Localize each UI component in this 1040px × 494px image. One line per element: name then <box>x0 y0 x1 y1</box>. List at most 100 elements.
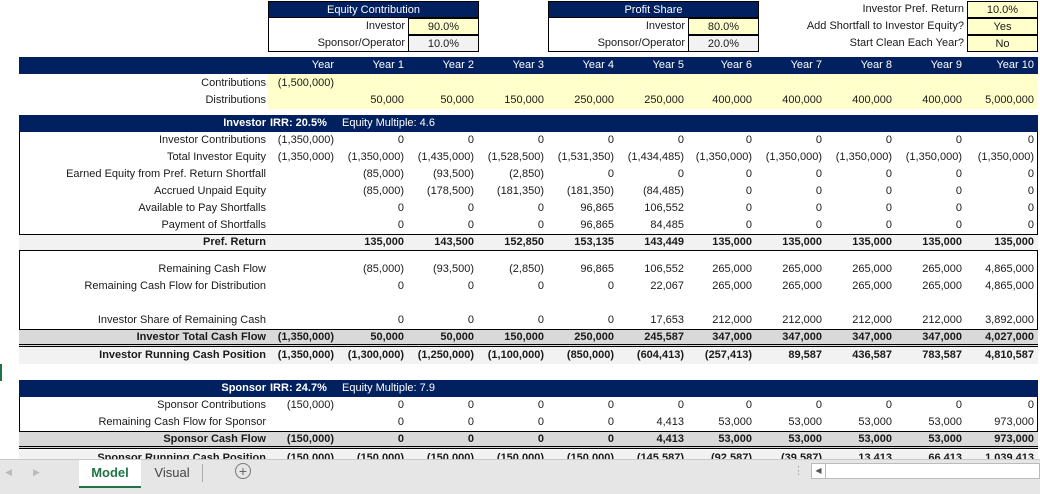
sponsor-row-2-year-2[interactable]: 0 <box>408 431 478 448</box>
sponsor-row-0-year-9[interactable]: 0 <box>896 397 966 414</box>
investor-row-0-year-9[interactable]: 0 <box>896 132 966 149</box>
investor-row-3-year-10[interactable]: 0 <box>966 183 1038 200</box>
option-value[interactable]: 10.0% <box>967 1 1038 18</box>
investor-row-9-year-9[interactable]: 212,000 <box>896 312 966 329</box>
investor-row-11-year-10[interactable]: 4,810,587 <box>966 347 1038 364</box>
investor-row-7-year-2[interactable]: (93,500) <box>408 261 478 278</box>
investor-row-5-year-7[interactable]: 0 <box>756 217 826 234</box>
investor-row-5-year-0[interactable] <box>268 217 338 234</box>
investor-row-11-year-5[interactable]: (604,413) <box>618 347 688 364</box>
investor-row-8-year-1[interactable]: 0 <box>338 278 408 295</box>
horizontal-scrollbar[interactable]: ◀ <box>811 463 1040 479</box>
investor-row-7-year-8[interactable]: 265,000 <box>826 261 896 278</box>
investor-row-6-year-1[interactable]: 135,000 <box>338 234 408 251</box>
investor-row-10-year-9[interactable]: 347,000 <box>896 329 966 346</box>
sponsor-row-2-year-1[interactable]: 0 <box>338 431 408 448</box>
investor-row-7-year-10[interactable]: 4,865,000 <box>966 261 1038 278</box>
investor-row-10-year-3[interactable]: 150,000 <box>478 329 548 346</box>
sponsor-row-0-year-5[interactable]: 0 <box>618 397 688 414</box>
investor-row-6-year-8[interactable]: 135,000 <box>826 234 896 251</box>
investor-row-0-year-4[interactable]: 0 <box>548 132 618 149</box>
triangle-right-icon[interactable]: ▶ <box>33 467 40 478</box>
investor-row-0-year-7[interactable]: 0 <box>756 132 826 149</box>
investor-row-9-year-5[interactable]: 17,653 <box>618 312 688 329</box>
investor-row-4-year-4[interactable]: 96,865 <box>548 200 618 217</box>
investor-row-1-year-9[interactable]: (1,350,000) <box>896 149 966 166</box>
investor-row-10-year-7[interactable]: 347,000 <box>756 329 826 346</box>
investor-row-11-year-9[interactable]: 783,587 <box>896 347 966 364</box>
investor-row-9-year-1[interactable]: 0 <box>338 312 408 329</box>
cashflow-0-year-9[interactable] <box>896 75 966 92</box>
sponsor-row-1-year-2[interactable]: 0 <box>408 414 478 431</box>
sponsor-row-1-year-7[interactable]: 53,000 <box>756 414 826 431</box>
investor-row-2-year-8[interactable]: 0 <box>826 166 896 183</box>
investor-row-1-year-4[interactable]: (1,531,350) <box>548 149 618 166</box>
investor-row-8-year-9[interactable]: 265,000 <box>896 278 966 295</box>
investor-row-5-year-6[interactable]: 0 <box>688 217 756 234</box>
investor-row-4-year-10[interactable]: 0 <box>966 200 1038 217</box>
sponsor-row-0-year-7[interactable]: 0 <box>756 397 826 414</box>
investor-row-4-year-3[interactable]: 0 <box>478 200 548 217</box>
investor-row-9-year-3[interactable]: 0 <box>478 312 548 329</box>
sponsor-row-2-year-4[interactable]: 0 <box>548 431 618 448</box>
investor-row-1-year-1[interactable]: (1,350,000) <box>338 149 408 166</box>
investor-row-4-year-8[interactable]: 0 <box>826 200 896 217</box>
cashflow-1-year-10[interactable]: 5,000,000 <box>966 92 1038 109</box>
investor-row-11-year-2[interactable]: (1,250,000) <box>408 347 478 364</box>
cashflow-1-year-2[interactable]: 50,000 <box>408 92 478 109</box>
investor-row-9-year-6[interactable]: 212,000 <box>688 312 756 329</box>
sponsor-row-1-year-8[interactable]: 53,000 <box>826 414 896 431</box>
investor-row-7-year-6[interactable]: 265,000 <box>688 261 756 278</box>
investor-row-6-year-9[interactable]: 135,000 <box>896 234 966 251</box>
cashflow-0-year-0[interactable]: (1,500,000) <box>268 75 338 92</box>
investor-row-3-year-0[interactable] <box>268 183 338 200</box>
sponsor-row-2-year-8[interactable]: 53,000 <box>826 431 896 448</box>
investor-row-4-year-0[interactable] <box>268 200 338 217</box>
investor-row-6-year-0[interactable] <box>268 234 338 251</box>
investor-row-0-year-0[interactable]: (1,350,000) <box>268 132 338 149</box>
cashflow-1-year-7[interactable]: 400,000 <box>756 92 826 109</box>
investor-row-8-year-6[interactable]: 265,000 <box>688 278 756 295</box>
investor-row-9-year-7[interactable]: 212,000 <box>756 312 826 329</box>
investor-row-2-year-10[interactable]: 0 <box>966 166 1038 183</box>
investor-row-2-year-2[interactable]: (93,500) <box>408 166 478 183</box>
equity-contribution-value[interactable]: 90.0% <box>408 18 479 35</box>
sponsor-row-0-year-0[interactable]: (150,000) <box>268 397 338 414</box>
cashflow-1-year-8[interactable]: 400,000 <box>826 92 896 109</box>
investor-row-0-year-6[interactable]: 0 <box>688 132 756 149</box>
sponsor-row-2-year-10[interactable]: 973,000 <box>966 431 1038 448</box>
investor-row-6-year-6[interactable]: 135,000 <box>688 234 756 251</box>
investor-row-6-year-7[interactable]: 135,000 <box>756 234 826 251</box>
investor-row-4-year-1[interactable]: 0 <box>338 200 408 217</box>
investor-row-7-year-5[interactable]: 106,552 <box>618 261 688 278</box>
investor-row-11-year-4[interactable]: (850,000) <box>548 347 618 364</box>
sponsor-row-2-year-7[interactable]: 53,000 <box>756 431 826 448</box>
investor-row-5-year-3[interactable]: 0 <box>478 217 548 234</box>
cashflow-1-year-3[interactable]: 150,000 <box>478 92 548 109</box>
sponsor-row-2-year-3[interactable]: 0 <box>478 431 548 448</box>
sponsor-row-2-year-0[interactable]: (150,000) <box>268 431 338 448</box>
investor-row-9-year-0[interactable] <box>268 312 338 329</box>
investor-row-5-year-4[interactable]: 96,865 <box>548 217 618 234</box>
investor-row-8-year-4[interactable]: 0 <box>548 278 618 295</box>
investor-row-9-year-10[interactable]: 3,892,000 <box>966 312 1038 329</box>
investor-row-10-year-10[interactable]: 4,027,000 <box>966 329 1038 346</box>
investor-row-3-year-5[interactable]: (84,485) <box>618 183 688 200</box>
investor-row-3-year-9[interactable]: 0 <box>896 183 966 200</box>
cashflow-1-year-4[interactable]: 250,000 <box>548 92 618 109</box>
investor-row-0-year-2[interactable]: 0 <box>408 132 478 149</box>
investor-row-6-year-5[interactable]: 143,449 <box>618 234 688 251</box>
investor-row-2-year-9[interactable]: 0 <box>896 166 966 183</box>
investor-row-0-year-1[interactable]: 0 <box>338 132 408 149</box>
sponsor-row-1-year-5[interactable]: 4,413 <box>618 414 688 431</box>
investor-row-3-year-6[interactable]: 0 <box>688 183 756 200</box>
cashflow-0-year-1[interactable] <box>338 75 408 92</box>
investor-row-6-year-10[interactable]: 135,000 <box>966 234 1038 251</box>
investor-row-0-year-3[interactable]: 0 <box>478 132 548 149</box>
cashflow-0-year-8[interactable] <box>826 75 896 92</box>
investor-row-9-year-8[interactable]: 212,000 <box>826 312 896 329</box>
investor-row-5-year-9[interactable]: 0 <box>896 217 966 234</box>
investor-row-1-year-3[interactable]: (1,528,500) <box>478 149 548 166</box>
investor-row-1-year-8[interactable]: (1,350,000) <box>826 149 896 166</box>
investor-row-3-year-7[interactable]: 0 <box>756 183 826 200</box>
